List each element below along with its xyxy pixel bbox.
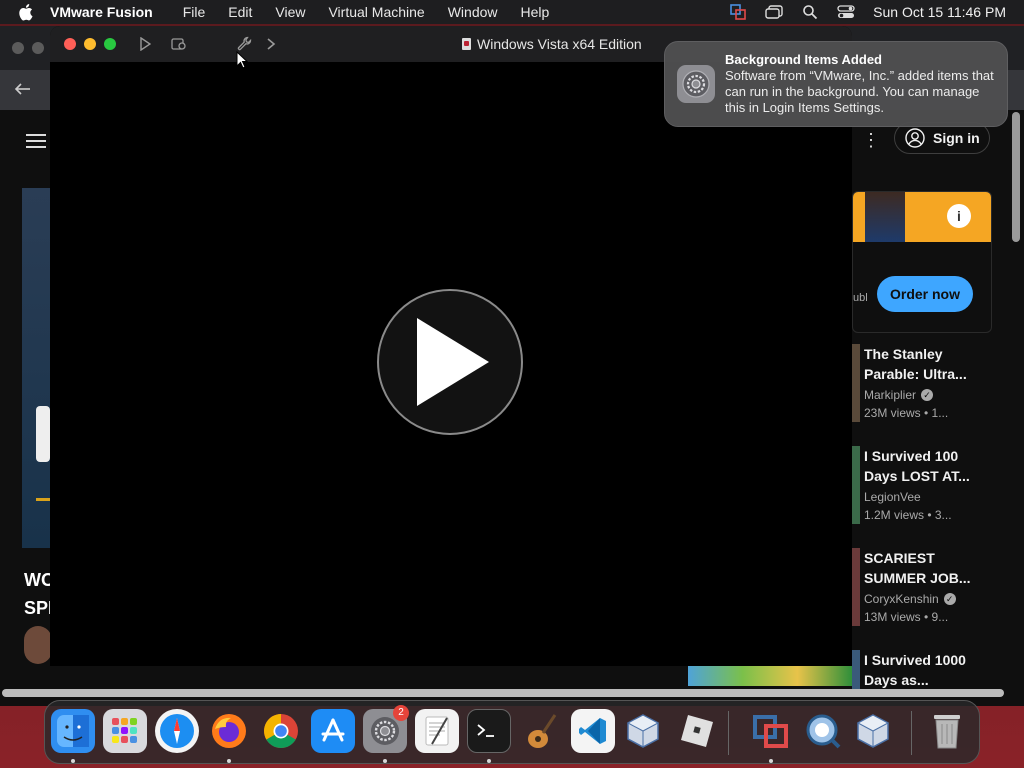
video-thumbnail[interactable] xyxy=(852,344,860,422)
roblox-icon[interactable] xyxy=(675,709,719,753)
back-arrow-icon[interactable] xyxy=(14,80,32,101)
list-item[interactable]: SCARIEST SUMMER JOB... CoryxKenshin ✓ 13… xyxy=(852,548,1002,628)
minimize-button[interactable] xyxy=(84,38,96,50)
left-card xyxy=(36,406,50,462)
video-thumbnail-left[interactable] xyxy=(22,188,50,548)
running-indicator xyxy=(227,759,231,763)
play-button[interactable] xyxy=(377,289,523,435)
sign-in-label: Sign in xyxy=(933,130,980,146)
dock: 2 xyxy=(44,700,980,764)
list-item[interactable]: I Survived 100 Days LOST AT... LegionVee… xyxy=(852,446,1002,526)
snapshot-icon[interactable] xyxy=(170,35,188,53)
channel-avatar[interactable] xyxy=(24,626,52,664)
play-vm-icon[interactable] xyxy=(136,35,154,53)
finder-icon[interactable] xyxy=(51,709,95,753)
dock-separator xyxy=(728,711,729,755)
virtualbox-icon[interactable] xyxy=(621,709,665,753)
menu-window[interactable]: Window xyxy=(448,4,498,20)
garageband-icon[interactable] xyxy=(519,709,563,753)
menu-view[interactable]: View xyxy=(275,4,305,20)
trash-icon[interactable] xyxy=(925,709,969,753)
quicktime-icon[interactable] xyxy=(801,709,845,753)
running-indicator xyxy=(769,759,773,763)
video-title[interactable]: The Stanley Parable: Ultra... xyxy=(864,344,976,384)
control-center-icon[interactable] xyxy=(837,4,855,20)
ad-sub-text: ubl xyxy=(853,292,868,304)
mouse-cursor-icon xyxy=(236,50,249,74)
browser-minimize-dot[interactable] xyxy=(32,42,44,54)
ad-person-image xyxy=(865,192,905,242)
verified-icon: ✓ xyxy=(921,389,934,401)
firefox-icon[interactable] xyxy=(207,709,251,753)
menu-edit[interactable]: Edit xyxy=(228,4,252,20)
chevron-right-icon[interactable] xyxy=(262,35,280,53)
dock-separator xyxy=(911,711,912,755)
video-meta: 13M views • 9... xyxy=(864,610,949,624)
terminal-icon[interactable] xyxy=(467,709,511,753)
notification-body: Software from “VMware, Inc.” added items… xyxy=(725,68,994,115)
stage-manager-icon[interactable] xyxy=(765,4,783,20)
vm-title-text: Windows Vista x64 Edition xyxy=(477,36,642,52)
menu-bar: VMware Fusion File Edit View Virtual Mac… xyxy=(0,0,1024,24)
video-title[interactable]: I Survived 100 Days LOST AT... xyxy=(864,446,976,486)
menu-help[interactable]: Help xyxy=(521,4,550,20)
channel-name[interactable]: LegionVee xyxy=(864,490,921,504)
video-thumbnail-bottom[interactable] xyxy=(688,666,852,686)
running-indicator xyxy=(71,759,75,763)
virtualbox-vm-icon[interactable] xyxy=(851,709,895,753)
channel-name[interactable]: CoryxKenshin ✓ xyxy=(864,592,956,606)
notification-title: Background Items Added xyxy=(725,52,882,67)
spotlight-search-icon[interactable] xyxy=(801,4,819,20)
progress-accent xyxy=(36,498,50,501)
menu-file[interactable]: File xyxy=(183,4,206,20)
apple-menu-icon[interactable] xyxy=(18,3,36,21)
menu-bar-clock[interactable]: Sun Oct 15 11:46 PM xyxy=(873,4,1006,20)
info-icon[interactable]: i xyxy=(947,204,971,228)
launchpad-icon[interactable] xyxy=(103,709,147,753)
vm-window-title: Windows Vista x64 Edition xyxy=(462,36,642,52)
video-title[interactable]: SCARIEST SUMMER JOB... xyxy=(864,548,976,588)
close-button[interactable] xyxy=(64,38,76,50)
running-indicator xyxy=(383,759,387,763)
notification-badge: 2 xyxy=(393,705,409,721)
vm-document-icon xyxy=(462,38,471,50)
running-indicator xyxy=(487,759,491,763)
notification-banner[interactable]: Background Items Added Software from “VM… xyxy=(664,41,1008,127)
menu-virtual-machine[interactable]: Virtual Machine xyxy=(328,4,424,20)
browser-close-dot[interactable] xyxy=(12,42,24,54)
ad-card[interactable]: i ubl Order now xyxy=(852,191,992,333)
vmware-fusion-icon[interactable] xyxy=(749,709,793,753)
textedit-icon[interactable] xyxy=(415,709,459,753)
list-item[interactable]: The Stanley Parable: Ultra... Markiplier… xyxy=(852,344,1002,424)
video-title[interactable]: I Survived 1000 Days as... xyxy=(864,650,976,690)
channel-name[interactable]: Markiplier ✓ xyxy=(864,388,934,402)
video-meta: 23M views • 1... xyxy=(864,406,949,420)
order-now-button[interactable]: Order now xyxy=(877,276,973,312)
vmware-status-icon[interactable] xyxy=(729,4,747,20)
play-icon xyxy=(417,318,489,406)
more-options-icon[interactable]: ⋮ xyxy=(862,130,880,151)
system-settings-dock-icon[interactable]: 2 xyxy=(363,705,409,753)
video-thumbnail[interactable] xyxy=(852,650,860,692)
list-item[interactable]: I Survived 1000 Days as... xyxy=(852,650,1002,692)
video-meta: 1.2M views • 3... xyxy=(864,508,952,522)
verified-icon: ✓ xyxy=(943,593,956,605)
zoom-button[interactable] xyxy=(104,38,116,50)
video-thumbnail[interactable] xyxy=(852,548,860,626)
app-store-icon[interactable] xyxy=(311,709,355,753)
vertical-scrollbar[interactable] xyxy=(1012,112,1020,242)
safari-icon[interactable] xyxy=(155,709,199,753)
chrome-icon[interactable] xyxy=(259,709,303,753)
system-settings-icon xyxy=(677,65,715,103)
account-icon xyxy=(905,128,925,148)
hamburger-menu-icon[interactable] xyxy=(26,130,46,152)
vscode-icon[interactable] xyxy=(571,709,615,753)
video-thumbnail[interactable] xyxy=(852,446,860,524)
menu-app-name[interactable]: VMware Fusion xyxy=(50,4,153,20)
horizontal-scrollbar[interactable] xyxy=(2,689,1004,697)
